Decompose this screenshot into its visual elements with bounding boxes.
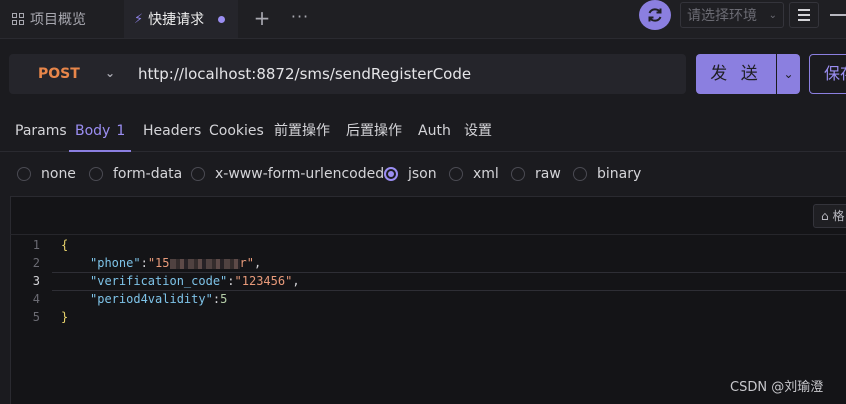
chevron-down-icon: ⌄ <box>768 9 777 21</box>
minimize-icon[interactable] <box>830 14 846 16</box>
editor-toolbar <box>10 196 846 235</box>
line-number: 1 <box>32 238 40 252</box>
tab-quick-label: 快捷请求 <box>148 12 205 28</box>
subtab-body[interactable]: Body 1 <box>69 112 132 152</box>
code-line: "period4validity":5 <box>90 292 228 306</box>
format-icon: ⌂ <box>821 209 829 223</box>
radio-form-data[interactable]: form-data <box>89 164 182 184</box>
menu-button[interactable] <box>789 2 819 28</box>
tab-project-label: 项目概览 <box>30 12 86 28</box>
line-number: 3 <box>32 274 40 288</box>
code-line: } <box>61 310 69 324</box>
tab-quick-request[interactable]: ⚡ 快捷请求 <box>124 0 238 38</box>
subtab-headers[interactable]: Headers <box>143 112 201 150</box>
new-tab-button[interactable]: + <box>252 6 272 30</box>
sync-button[interactable] <box>639 0 671 30</box>
chevron-down-icon: ⌄ <box>105 66 116 80</box>
subtab-post-actions[interactable]: 后置操作 <box>346 112 402 150</box>
url-input[interactable]: http://localhost:8872/sms/sendRegisterCo… <box>138 54 471 94</box>
grid-icon <box>12 13 24 25</box>
send-options-button[interactable]: ⌄ <box>777 54 800 94</box>
line-number: 4 <box>32 292 40 306</box>
subtab-body-label: Body <box>75 123 111 139</box>
lightning-icon: ⚡ <box>134 11 144 27</box>
environment-select[interactable]: 请选择环境 ⌄ <box>680 2 784 28</box>
method-select[interactable]: POST ⌄ <box>9 54 125 94</box>
subtab-cookies[interactable]: Cookies <box>209 112 264 150</box>
radio-json[interactable]: json <box>384 164 437 184</box>
subtab-pre-actions[interactable]: 前置操作 <box>274 112 330 150</box>
code-line: "verification_code":"123456", <box>90 274 300 288</box>
radio-x-www-form-urlencoded[interactable]: x-www-form-urlencoded <box>191 164 384 184</box>
body-count-badge: 1 <box>116 123 126 139</box>
code-line: "phone":"15 r", <box>90 256 262 270</box>
send-button[interactable]: 发 送 <box>696 54 776 94</box>
hamburger-icon <box>798 9 810 11</box>
subtab-settings[interactable]: 设置 <box>464 112 492 150</box>
format-button[interactable]: ⌂ 格 <box>813 204 846 228</box>
subtab-auth[interactable]: Auth <box>418 112 451 150</box>
radio-binary[interactable]: binary <box>573 164 641 184</box>
redacted-block <box>169 258 240 269</box>
unsaved-dot-icon <box>218 15 226 23</box>
watermark: CSDN @刘瑜澄 <box>730 380 824 395</box>
radio-none[interactable]: none <box>17 164 76 184</box>
code-line: { <box>61 238 69 252</box>
tab-project-overview[interactable]: 项目概览 <box>0 0 124 38</box>
line-number: 5 <box>32 310 40 324</box>
more-icon[interactable]: ··· <box>290 6 310 30</box>
chevron-down-icon: ⌄ <box>783 67 794 81</box>
method-label: POST <box>38 66 80 82</box>
radio-xml[interactable]: xml <box>449 164 499 184</box>
environment-placeholder: 请选择环境 <box>687 8 757 24</box>
radio-raw[interactable]: raw <box>511 164 561 184</box>
sync-icon <box>648 8 662 22</box>
save-button[interactable]: 保存 <box>809 54 846 94</box>
subtab-params[interactable]: Params <box>15 112 67 150</box>
line-number: 2 <box>32 256 40 270</box>
